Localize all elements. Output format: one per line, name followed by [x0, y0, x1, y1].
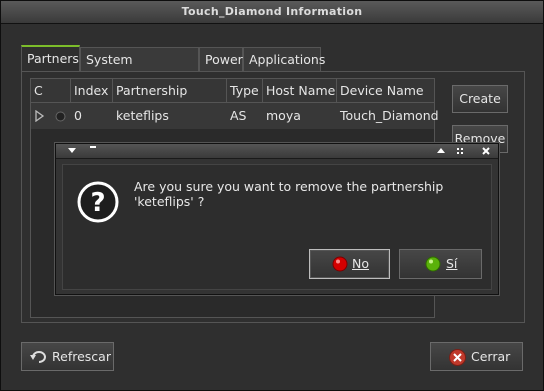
- question-icon: ?: [77, 181, 119, 223]
- yes-label: Sí: [446, 256, 458, 271]
- radio-indicator-icon[interactable]: [55, 111, 66, 122]
- row-type: AS: [230, 108, 247, 123]
- refresh-label: Refrescar: [52, 349, 111, 364]
- create-button[interactable]: Create: [452, 85, 508, 113]
- dialog-body: ? Are you sure you want to remove the pa…: [62, 164, 492, 290]
- column-header-partnership-name[interactable]: Partnership Name: [113, 79, 227, 122]
- close-button[interactable]: Cerrar: [430, 342, 523, 371]
- close-label: Cerrar: [471, 349, 511, 364]
- row-index: 0: [74, 108, 82, 123]
- column-header-device-name[interactable]: Device Name: [337, 79, 434, 103]
- no-icon: [332, 256, 348, 272]
- no-button[interactable]: No: [309, 249, 390, 279]
- refresh-icon: [30, 351, 46, 363]
- svg-text:?: ?: [90, 188, 105, 218]
- row-partnership-name: keteflips: [116, 108, 169, 123]
- tab-applications[interactable]: Applications: [243, 47, 325, 71]
- confirm-dialog: ? Are you sure you want to remove the pa…: [55, 143, 499, 295]
- refresh-button[interactable]: Refrescar: [21, 342, 114, 371]
- dialog-shade-icon[interactable]: [437, 147, 445, 154]
- dialog-titlebar[interactable]: [56, 144, 498, 159]
- dialog-menu-icon[interactable]: [68, 148, 76, 154]
- window-titlebar[interactable]: Touch_Diamond Information: [1, 1, 543, 24]
- close-icon: [449, 349, 466, 366]
- window-title: Touch_Diamond Information: [181, 5, 363, 18]
- row-device-name: Touch_Diamond: [340, 108, 439, 123]
- dialog-maximize-icon[interactable]: [456, 147, 464, 155]
- row-host-name: moya: [266, 108, 301, 123]
- no-label: No: [352, 256, 369, 271]
- expander-arrow-icon[interactable]: [35, 110, 45, 122]
- dialog-minimize-icon[interactable]: [90, 146, 96, 148]
- dialog-close-icon[interactable]: [482, 147, 490, 155]
- yes-button[interactable]: Sí: [399, 249, 482, 279]
- tab-system-information[interactable]: System Information: [80, 47, 199, 91]
- tab-partners[interactable]: Partners: [21, 45, 80, 71]
- dialog-message: Are you sure you want to remove the part…: [134, 179, 444, 209]
- column-header-c[interactable]: C: [31, 79, 71, 103]
- tab-power[interactable]: Power: [199, 47, 243, 71]
- column-header-index[interactable]: Index: [71, 79, 113, 103]
- column-header-host-name[interactable]: Host Name: [263, 79, 337, 103]
- yes-icon: [425, 256, 441, 272]
- column-header-type[interactable]: Type: [227, 79, 263, 103]
